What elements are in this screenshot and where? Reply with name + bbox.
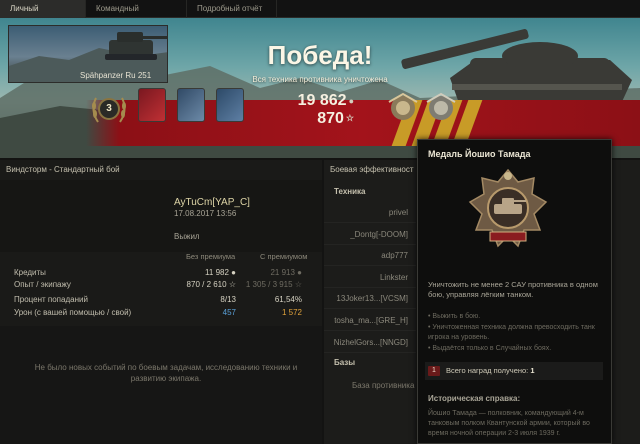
tab-bar: Личный результат Командный результат Под… [0, 0, 640, 31]
battle-header: Виндсторм - Стандартный бой [6, 165, 120, 174]
credits-earned: 19 862 ● [297, 92, 354, 109]
player-name: AyTuCm[YAP_C] [174, 197, 250, 208]
experience-star-icon: ☆ [228, 280, 236, 289]
enemy-player-row[interactable]: NizhelGors...[NNGD] [324, 333, 416, 353]
tab-team-result[interactable]: Командный результат [86, 0, 187, 31]
survival-status: Выжил [174, 232, 200, 241]
achievement-badge-icon[interactable] [177, 88, 205, 122]
experience-star-icon: ☆ [345, 113, 354, 124]
tab-detailed-report[interactable]: Подробный отчёт [187, 0, 277, 18]
tamada-medal-icon [468, 168, 548, 248]
enemy-base-row: База противника [352, 381, 415, 390]
medal-icon[interactable] [385, 92, 421, 124]
enemy-player-row[interactable]: tosha_ma...[GRE_H] [324, 311, 416, 331]
tech-label: Техника [334, 187, 366, 196]
credits-icon: ● [231, 268, 236, 277]
bases-label: Базы [334, 358, 356, 367]
history-title: Историческая справка: [428, 394, 521, 403]
history-text: Йошио Тамада — полковник, командующий 4-… [428, 410, 590, 437]
battle-date: 17.08.2017 13:56 [174, 209, 237, 218]
tab-personal-result[interactable]: Личный результат [0, 0, 86, 31]
enemy-player-row[interactable]: 13Joker13...[VCSM] [324, 289, 416, 309]
efficiency-header: Боевая эффективност [330, 165, 414, 174]
column-without-premium: Без премиума [186, 252, 236, 261]
no-events-message: Не было новых событий по боевым задачам,… [34, 363, 298, 383]
enemy-player-row[interactable]: _Dontg[-DOOM] [324, 225, 416, 245]
tooltip-description: Уничтожить не менее 2 САУ противника в о… [428, 280, 598, 299]
mastery-rank-badge[interactable]: 3 [98, 98, 120, 120]
medal-icon[interactable] [423, 92, 459, 124]
stat-row: Опыт / экипажу 870 / 2 610 ☆ 1 305 / 3 9… [14, 280, 302, 289]
enemy-player-row[interactable]: privel [324, 203, 416, 223]
experience-earned: 870 ☆ [317, 110, 354, 127]
stat-row: Кредиты 11 982 ● 21 913 ● [14, 268, 302, 277]
column-with-premium: С премиумом [260, 252, 308, 261]
credits-icon: ● [297, 268, 302, 277]
stat-row: Урон (с вашей помощью / свой) 457 1 572 [14, 308, 302, 317]
tank-name: Spähpanzer Ru 251 [80, 71, 152, 80]
achievement-badge-icon[interactable] [138, 88, 166, 122]
stat-row: Процент попаданий 8/13 61,54% [14, 295, 302, 304]
achievement-badge-icon[interactable] [216, 88, 244, 122]
tooltip-title: Медаль Йошио Тамада [428, 149, 531, 159]
tooltip-conditions: • Выжить в бою. • Уничтоженная техника д… [428, 313, 595, 352]
enemy-player-row[interactable]: adp777 [324, 246, 416, 266]
credits-icon: ● [348, 95, 354, 106]
awards-total: Всего наград получено: 1 [446, 366, 535, 375]
events-panel [0, 326, 322, 444]
enemy-player-row[interactable]: Linkster [324, 268, 416, 288]
count-badge: 1 [428, 366, 440, 376]
experience-star-icon: ☆ [294, 280, 302, 289]
player-info-box [0, 180, 322, 252]
